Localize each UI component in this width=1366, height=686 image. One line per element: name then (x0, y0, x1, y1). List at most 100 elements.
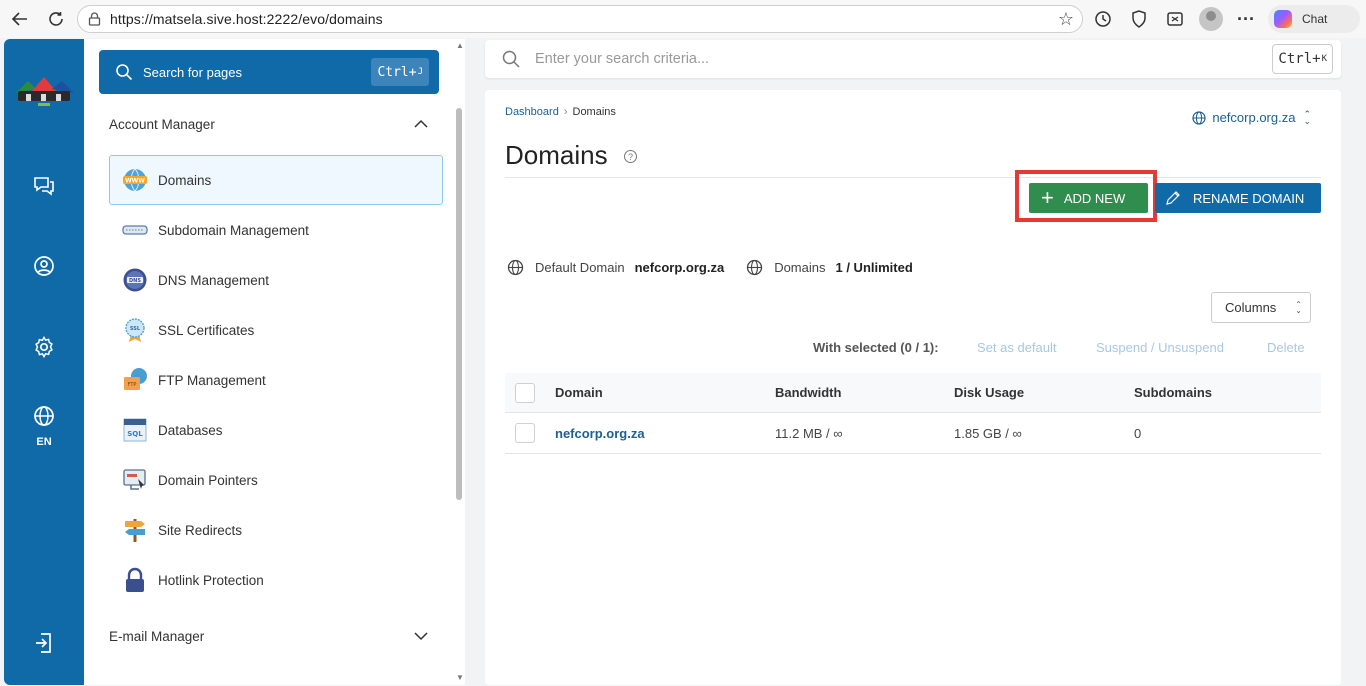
add-new-label: ADD NEW (1063, 190, 1126, 206)
lock-icon (126, 567, 144, 592)
user-icon[interactable] (30, 252, 58, 280)
sidebar-item-site-redirects[interactable]: Site Redirects (109, 505, 443, 555)
globe-icon (1192, 110, 1206, 125)
email-manager-label: E-mail Manager (109, 628, 205, 644)
scroll-up-arrow-icon[interactable]: ▲ (456, 41, 464, 50)
extensions-icon[interactable] (1162, 6, 1188, 32)
sidebar-item-domains[interactable]: WWW Domains (109, 155, 443, 205)
subdomains-cell: 0 (1134, 426, 1142, 441)
address-bar[interactable]: https://matsela.sive.host:2222/evo/domai… (77, 5, 1083, 33)
bandwidth-cell: 11.2 MB / ∞ (775, 426, 843, 441)
language-label[interactable]: EN (4, 436, 84, 448)
domain-link[interactable]: nefcorp.org.za (555, 426, 645, 441)
sidebar: Search for pages Ctrl+ J Account Manager … (84, 39, 465, 685)
sidebar-item-label: Hotlink Protection (158, 572, 264, 588)
sidebar-item-label: DNS Management (158, 272, 270, 288)
logout-icon[interactable] (30, 629, 58, 657)
sidebar-item-label: Subdomain Management (158, 222, 309, 238)
globe-icon (747, 259, 763, 276)
sidebar-item-label: Site Redirects (158, 522, 243, 538)
dns-icon: DNS (123, 268, 147, 292)
set-default-button[interactable]: Set as default (977, 340, 1057, 355)
chevron-down-icon (414, 632, 428, 641)
columns-dropdown[interactable]: Columns ⌃ ⌄ (1211, 292, 1311, 323)
rename-domain-button[interactable]: RENAME DOMAIN (1155, 183, 1321, 213)
browser-toolbar: https://matsela.sive.host:2222/evo/domai… (0, 0, 1366, 38)
title-divider (505, 177, 1321, 178)
sidebar-item-ssl-certificates[interactable]: SSL SSL Certificates (109, 305, 443, 355)
svg-text:DNS: DNS (129, 278, 141, 284)
updown-chevron-icon: ⌃ ⌄ (1295, 300, 1302, 315)
breadcrumb-separator-icon: › (563, 106, 568, 118)
svg-text:FTP: FTP (128, 382, 137, 388)
table-row: nefcorp.org.za 11.2 MB / ∞ 1.85 GB / ∞ 0 (505, 413, 1321, 454)
column-header-subdomains[interactable]: Subdomains (1134, 385, 1212, 400)
row-checkbox[interactable] (515, 423, 535, 443)
account-manager-label: Account Manager (109, 116, 215, 132)
sidebar-item-hotlink-protection[interactable]: Hotlink Protection (109, 555, 443, 605)
left-rail: EN (4, 39, 84, 685)
sql-database-icon: SQL (123, 418, 147, 442)
chat-label: Chat (1302, 12, 1328, 26)
brand-logo[interactable] (12, 71, 76, 111)
help-icon[interactable]: ? (624, 150, 637, 163)
domain-selector[interactable]: nefcorp.org.za ⌃ ⌄ (1192, 109, 1311, 125)
search-icon (502, 50, 520, 68)
domains-count-label: Domains (774, 260, 826, 275)
globe-icon (507, 259, 524, 276)
url-text: https://matsela.sive.host:2222/evo/domai… (110, 11, 383, 27)
chevron-up-icon (414, 119, 428, 128)
sidebar-item-domain-pointers[interactable]: Domain Pointers (109, 455, 443, 505)
globe-icon[interactable] (30, 402, 58, 430)
default-domain-value: nefcorp.org.za (634, 260, 725, 275)
select-all-checkbox[interactable] (515, 383, 535, 403)
sidebar-item-ftp-management[interactable]: FTP FTP Management (109, 355, 443, 405)
search-shortcut-badge: Ctrl+ J (371, 58, 429, 86)
back-arrow-icon[interactable] (6, 5, 34, 33)
gear-icon[interactable] (30, 333, 58, 361)
domains-count-value: 1 / Unlimited (835, 260, 913, 275)
column-header-bandwidth[interactable]: Bandwidth (775, 385, 841, 400)
domain-info-row: Default Domain nefcorp.org.za Domains 1 … (507, 259, 913, 276)
global-search-placeholder: Enter your search criteria... (535, 51, 710, 67)
search-icon (116, 64, 133, 81)
history-icon[interactable] (1090, 6, 1116, 32)
global-search-shortcut: Ctrl+ K (1272, 44, 1333, 74)
rename-domain-label: RENAME DOMAIN (1193, 190, 1305, 206)
sidebar-item-label: Databases (158, 422, 223, 438)
profile-avatar[interactable] (1199, 7, 1223, 31)
chat-icon[interactable] (30, 171, 58, 199)
search-pages-button[interactable]: Search for pages Ctrl+ J (99, 50, 439, 94)
sidebar-item-dns-management[interactable]: DNS DNS Management (109, 255, 443, 305)
shield-icon[interactable] (1126, 6, 1152, 32)
breadcrumb: Dashboard › Domains (505, 106, 616, 118)
sidebar-scroll-thumb[interactable] (456, 108, 462, 500)
favorite-star-icon[interactable]: ☆ (1058, 9, 1074, 30)
sidebar-item-subdomain-management[interactable]: Subdomain Management (109, 205, 443, 255)
email-manager-header[interactable]: E-mail Manager (109, 624, 429, 648)
ssl-badge-icon: SSL (125, 318, 145, 342)
copilot-icon (1274, 10, 1292, 28)
delete-button[interactable]: Delete (1267, 340, 1305, 355)
account-manager-header[interactable]: Account Manager (109, 112, 429, 136)
disk-usage-cell: 1.85 GB / ∞ (954, 426, 1022, 441)
more-menu-icon[interactable]: ··· (1233, 6, 1259, 32)
sidebar-item-databases[interactable]: SQL Databases (109, 405, 443, 455)
column-header-domain[interactable]: Domain (555, 385, 603, 400)
copilot-chat-button[interactable]: Chat (1268, 5, 1360, 33)
sidebar-item-label: Domain Pointers (158, 472, 258, 488)
add-new-button[interactable]: + ADD NEW (1029, 183, 1148, 213)
sidebar-item-label: Domains (158, 172, 212, 188)
selected-domain: nefcorp.org.za (1212, 110, 1296, 125)
suspend-unsuspend-button[interactable]: Suspend / Unsuspend (1096, 340, 1224, 355)
www-globe-icon: WWW (123, 168, 147, 192)
scroll-down-arrow-icon[interactable]: ▼ (456, 673, 464, 682)
breadcrumb-dashboard[interactable]: Dashboard (505, 106, 559, 118)
column-header-disk-usage[interactable]: Disk Usage (954, 385, 1024, 400)
table-header: Domain Bandwidth Disk Usage Subdomains (505, 373, 1321, 413)
svg-text:SSL: SSL (130, 326, 141, 332)
reload-icon[interactable] (42, 5, 70, 33)
columns-label: Columns (1225, 300, 1277, 315)
global-search-bar[interactable]: Enter your search criteria... Ctrl+ K (485, 40, 1341, 78)
page-title: Domains (505, 140, 608, 170)
